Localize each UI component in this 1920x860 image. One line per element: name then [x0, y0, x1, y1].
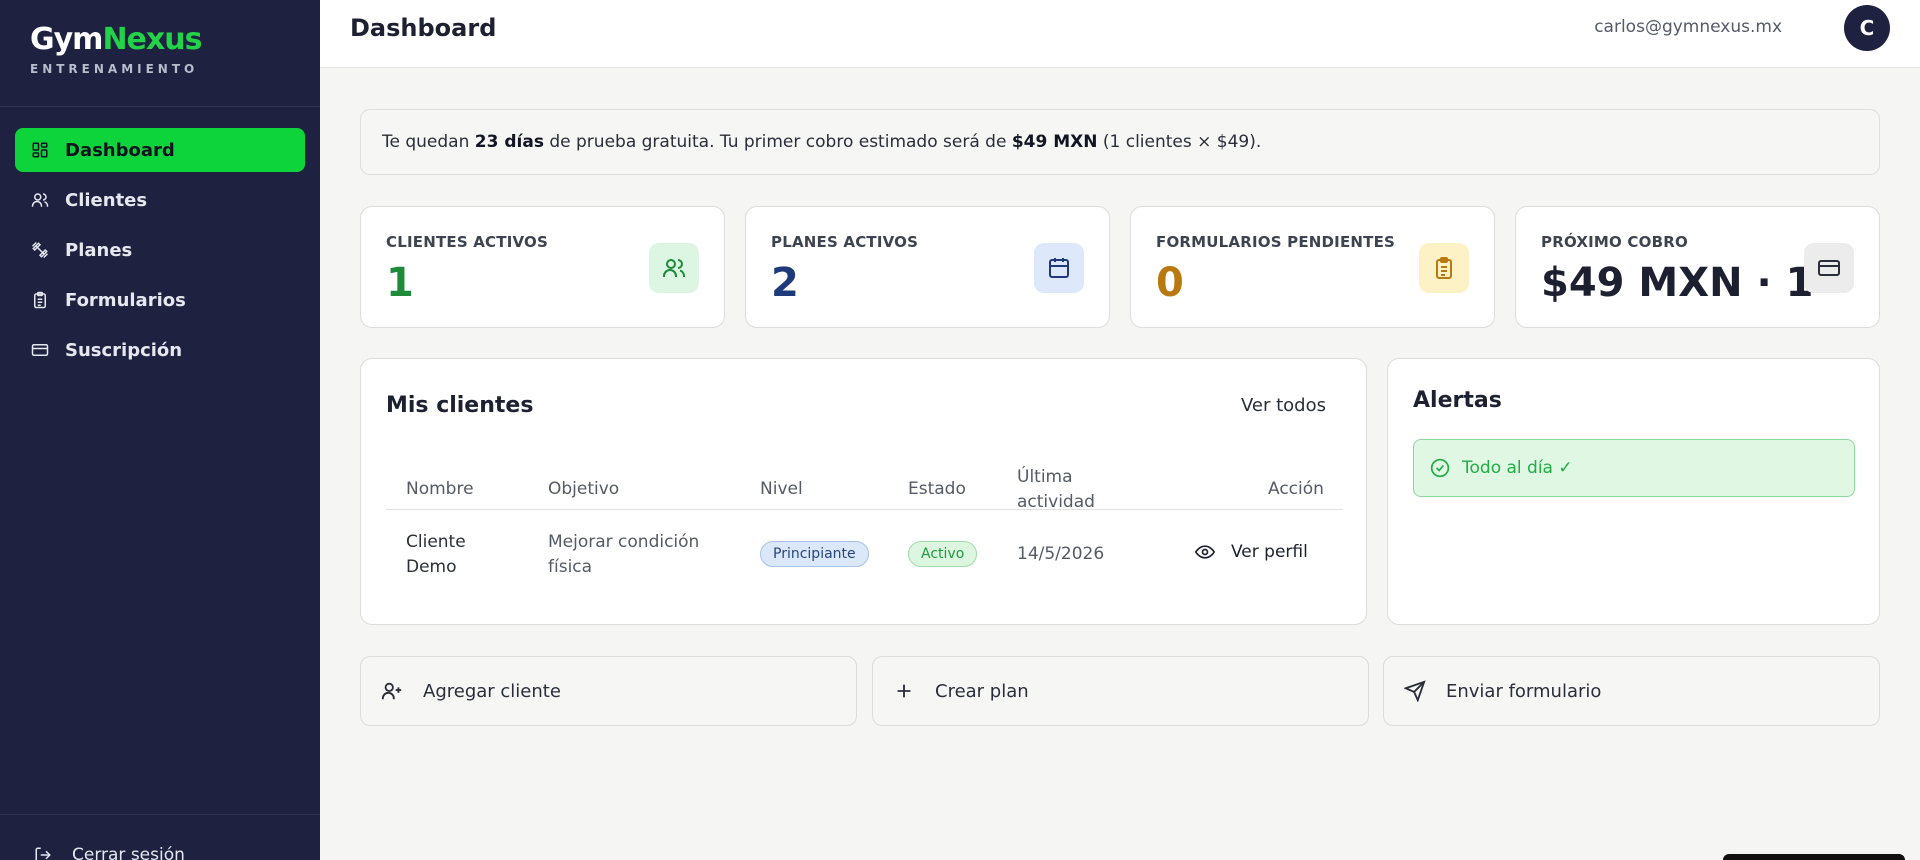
- trial-prefix: Te quedan: [382, 132, 475, 152]
- stat-value: 2: [771, 260, 799, 306]
- page-title: Dashboard: [350, 14, 497, 42]
- clipboard-icon: [1419, 243, 1469, 293]
- brand-subtitle: ENTRENAMIENTO: [30, 62, 199, 76]
- user-email: carlos@gymnexus.mx: [1594, 17, 1782, 37]
- sidebar-item-planes[interactable]: Planes: [15, 228, 305, 272]
- column-header-level[interactable]: Nivel: [760, 477, 803, 502]
- stat-card-active-plans: PLANES ACTIVOS 2: [745, 206, 1110, 328]
- logout-label: Cerrar sesión: [72, 845, 185, 860]
- table-header-divider: [386, 509, 1343, 510]
- column-header-last-activity[interactable]: Última actividad: [1017, 465, 1107, 515]
- brand-name-part2: Nexus: [102, 22, 202, 57]
- stat-card-next-charge: PRÓXIMO COBRO $49 MXN · 12...: [1515, 206, 1880, 328]
- sidebar-item-label: Formularios: [65, 289, 186, 311]
- sidebar-nav: Dashboard Clientes Planes Formularios Su…: [15, 128, 305, 378]
- column-header-state[interactable]: Estado: [908, 477, 966, 502]
- stat-value: $49 MXN · 12...: [1541, 260, 1811, 306]
- see-all-link[interactable]: Ver todos: [1241, 395, 1326, 416]
- sidebar-item-label: Suscripción: [65, 339, 183, 361]
- brand-logo[interactable]: GymNexus ENTRENAMIENTO: [30, 22, 202, 76]
- stat-label: PRÓXIMO COBRO: [1541, 233, 1688, 251]
- brand-name-part1: Gym: [30, 22, 103, 57]
- dumbbell-icon: [31, 241, 49, 259]
- alerts-card: Alertas Todo al día ✓: [1387, 358, 1880, 625]
- stat-value: 1: [386, 260, 414, 306]
- sidebar-item-suscripcion[interactable]: Suscripción: [15, 328, 305, 372]
- logout-icon: [35, 847, 51, 860]
- stat-label: CLIENTES ACTIVOS: [386, 233, 548, 251]
- sidebar-item-label: Planes: [65, 239, 133, 261]
- trial-middle: de prueba gratuita. Tu primer cobro esti…: [543, 132, 1012, 152]
- column-header-goal[interactable]: Objetivo: [548, 477, 619, 502]
- view-profile-label: Ver perfil: [1231, 542, 1308, 562]
- trial-days: 23 días: [474, 132, 544, 152]
- grid-icon: [31, 141, 49, 159]
- stat-card-pending-forms: FORMULARIOS PENDIENTES 0: [1130, 206, 1495, 328]
- trial-amount: $49 MXN: [1011, 132, 1098, 152]
- user-plus-icon: [381, 682, 402, 700]
- trial-banner: Te quedan 23 días de prueba gratuita. Tu…: [360, 109, 1880, 175]
- client-name: Cliente Demo: [406, 532, 466, 577]
- calendar-icon: [1034, 243, 1084, 293]
- column-header-name[interactable]: Nombre: [406, 477, 474, 502]
- level-badge: Principiante: [760, 541, 869, 567]
- send-form-label: Enviar formulario: [1446, 680, 1602, 702]
- clients-title: Mis clientes: [386, 393, 534, 418]
- sidebar-item-label: Clientes: [65, 189, 148, 211]
- send-icon: [1404, 680, 1426, 702]
- eye-icon: [1195, 545, 1215, 559]
- users-icon: [31, 191, 49, 209]
- create-plan-label: Crear plan: [935, 680, 1029, 702]
- client-last-activity: 14/5/2026: [1017, 544, 1105, 564]
- plus-icon: [897, 684, 911, 698]
- credit-card-icon: [31, 341, 49, 359]
- clients-card: Mis clientes Ver todos Nombre Objetivo N…: [360, 358, 1367, 625]
- sidebar: GymNexus ENTRENAMIENTO Dashboard Cliente…: [0, 0, 320, 860]
- alerts-title: Alertas: [1413, 388, 1502, 413]
- alert-ok-message: Todo al día ✓: [1413, 439, 1855, 497]
- brand-name: GymNexus: [30, 22, 202, 58]
- client-goal: Mejorar condición física: [548, 532, 700, 577]
- sidebar-item-label: Dashboard: [65, 139, 175, 161]
- sidebar-item-formularios[interactable]: Formularios: [15, 278, 305, 322]
- stat-label: FORMULARIOS PENDIENTES: [1156, 233, 1396, 251]
- add-client-button[interactable]: Agregar cliente: [360, 656, 857, 726]
- users-icon: [649, 243, 699, 293]
- sidebar-divider: [0, 106, 320, 107]
- floating-widget-edge[interactable]: [1723, 854, 1905, 860]
- status-badge: Activo: [908, 541, 978, 567]
- create-plan-button[interactable]: Crear plan: [872, 656, 1369, 726]
- alert-text: Todo al día ✓: [1462, 458, 1573, 478]
- send-form-button[interactable]: Enviar formulario: [1383, 656, 1880, 726]
- check-circle-icon: [1430, 458, 1450, 478]
- sidebar-item-clientes[interactable]: Clientes: [15, 178, 305, 222]
- credit-card-icon: [1804, 243, 1854, 293]
- logout-button[interactable]: Cerrar sesión: [34, 845, 185, 860]
- sidebar-bottom-divider: [0, 814, 320, 815]
- avatar[interactable]: C: [1844, 5, 1890, 51]
- add-client-label: Agregar cliente: [423, 680, 561, 702]
- sidebar-item-dashboard[interactable]: Dashboard: [15, 128, 305, 172]
- stat-card-active-clients: CLIENTES ACTIVOS 1: [360, 206, 725, 328]
- stat-label: PLANES ACTIVOS: [771, 233, 919, 251]
- top-header: Dashboard carlos@gymnexus.mx C: [320, 0, 1920, 68]
- stat-value: 0: [1156, 260, 1184, 306]
- view-profile-button[interactable]: Ver perfil: [1195, 542, 1308, 562]
- trial-suffix: (1 clientes × $49).: [1097, 132, 1262, 152]
- column-header-action: Acción: [1268, 479, 1324, 499]
- clipboard-icon: [31, 291, 49, 309]
